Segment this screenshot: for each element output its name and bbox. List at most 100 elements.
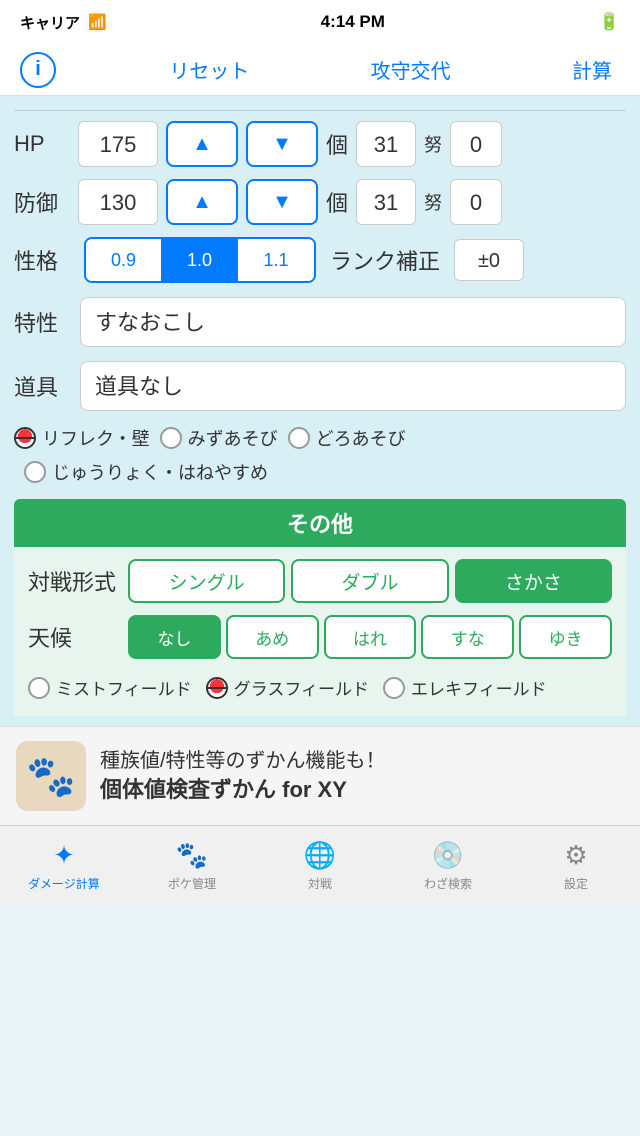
tab-move-label: わざ検索 bbox=[424, 875, 472, 892]
field-grass-label: グラスフィールド bbox=[234, 675, 369, 700]
calc-button[interactable]: 計算 bbox=[564, 51, 620, 88]
carrier-label: キャリア bbox=[20, 12, 80, 33]
battle-double[interactable]: ダブル bbox=[291, 559, 448, 603]
wifi-icon: 📶 bbox=[88, 13, 107, 31]
rank-value[interactable]: ±0 bbox=[454, 239, 524, 281]
weather-buttons: なし あめ はれ すな ゆき bbox=[128, 615, 612, 659]
field-electric-label: エレキフィールド bbox=[411, 675, 547, 700]
battle-buttons: シングル ダブル さかさ bbox=[128, 559, 612, 603]
def-ev-label: 努 bbox=[424, 189, 442, 215]
nature-label: 性格 bbox=[14, 244, 70, 276]
tab-battle-label: 対戦 bbox=[308, 875, 332, 892]
hp-value[interactable]: 175 bbox=[78, 121, 158, 167]
condition-doroasobi-label: どろあそび bbox=[316, 425, 406, 451]
banner-text: 種族値/特性等のずかん機能も！ 個体値検査ずかん for XY bbox=[100, 747, 386, 806]
def-down-button[interactable]: ▼ bbox=[246, 179, 318, 225]
hp-ev-value[interactable]: 0 bbox=[450, 121, 502, 167]
weather-label: 天候 bbox=[28, 621, 118, 653]
item-label: 道具 bbox=[14, 370, 70, 402]
nature-btn-10[interactable]: 1.0 bbox=[162, 239, 238, 281]
item-row: 道具 道具なし bbox=[14, 361, 626, 411]
pokeball-icon-grass bbox=[206, 677, 228, 699]
info-button[interactable]: i bbox=[20, 52, 56, 88]
nature-buttons: 0.9 1.0 1.1 bbox=[84, 237, 316, 283]
weather-nashi[interactable]: なし bbox=[128, 615, 221, 659]
status-bar: キャリア 📶 4:14 PM 🔋 bbox=[0, 0, 640, 44]
field-mist[interactable]: ミストフィールド bbox=[28, 675, 192, 700]
condition-mizuasobi-label: みずあそび bbox=[188, 425, 278, 451]
nature-row: 性格 0.9 1.0 1.1 ランク補正 ±0 bbox=[14, 237, 626, 283]
field-electric[interactable]: エレキフィールド bbox=[383, 675, 547, 700]
tab-pokemon-label: ポケ管理 bbox=[168, 875, 216, 892]
def-up-button[interactable]: ▲ bbox=[166, 179, 238, 225]
field-grass[interactable]: グラスフィールド bbox=[206, 675, 369, 700]
switch-button[interactable]: 攻守交代 bbox=[363, 51, 459, 88]
hp-row: HP 175 ▲ ▼ 個 31 努 0 bbox=[14, 121, 626, 167]
radio-mist bbox=[28, 677, 50, 699]
radio-mizuasobi bbox=[160, 427, 182, 449]
tab-battle-icon: 🌐 bbox=[304, 840, 336, 871]
condition-gravity[interactable]: じゅうりょく・はねやすめ bbox=[24, 459, 268, 485]
ability-label: 特性 bbox=[14, 306, 70, 338]
battery-icon: 🔋 bbox=[599, 12, 620, 32]
tab-battle[interactable]: 🌐 対戦 bbox=[256, 826, 384, 905]
main-content: HP 175 ▲ ▼ 個 31 努 0 防御 130 ▲ ▼ 個 31 努 0 … bbox=[0, 96, 640, 726]
def-row: 防御 130 ▲ ▼ 個 31 努 0 bbox=[14, 179, 626, 225]
tab-bar: ✦ ダメージ計算 🐾 ポケ管理 🌐 対戦 💿 わざ検索 ⚙ 設定 bbox=[0, 825, 640, 905]
field-mist-label: ミストフィールド bbox=[56, 675, 192, 700]
field-conditions: ミストフィールド グラスフィールド エレキフィールド bbox=[28, 671, 612, 704]
hp-down-button[interactable]: ▼ bbox=[246, 121, 318, 167]
tab-settings-label: 設定 bbox=[564, 875, 588, 892]
def-value[interactable]: 130 bbox=[78, 179, 158, 225]
condition-mizuasobi[interactable]: みずあそび bbox=[160, 425, 278, 451]
weather-ame[interactable]: あめ bbox=[226, 615, 319, 659]
tab-move-icon: 💿 bbox=[432, 840, 464, 871]
hp-iv-value[interactable]: 31 bbox=[356, 121, 416, 167]
sonota-header: その他 bbox=[14, 499, 626, 547]
condition-reflect-label: リフレク・壁 bbox=[42, 425, 150, 451]
battle-sakasa[interactable]: さかさ bbox=[455, 559, 612, 603]
sonota-section: その他 対戦形式 シングル ダブル さかさ 天候 なし あめ はれ すな bbox=[14, 499, 626, 716]
banner-line2: 個体値検査ずかん for XY bbox=[100, 775, 386, 806]
reset-button[interactable]: リセット bbox=[161, 51, 257, 88]
tab-move-search[interactable]: 💿 わざ検索 bbox=[384, 826, 512, 905]
nature-btn-09[interactable]: 0.9 bbox=[86, 239, 162, 281]
hp-iv-label: 個 bbox=[326, 128, 348, 160]
banner-line1: 種族値/特性等のずかん機能も！ bbox=[100, 747, 386, 775]
battle-format-row: 対戦形式 シングル ダブル さかさ bbox=[28, 559, 612, 603]
nature-btn-11[interactable]: 1.1 bbox=[238, 239, 314, 281]
def-ev-value[interactable]: 0 bbox=[450, 179, 502, 225]
pokeball-icon-reflect bbox=[14, 427, 36, 449]
tab-pokemon[interactable]: 🐾 ポケ管理 bbox=[128, 826, 256, 905]
weather-row: 天候 なし あめ はれ すな ゆき bbox=[28, 615, 612, 659]
ability-input[interactable]: すなおこし bbox=[80, 297, 626, 347]
tab-settings[interactable]: ⚙ 設定 bbox=[512, 826, 640, 905]
battle-single[interactable]: シングル bbox=[128, 559, 285, 603]
rank-label: ランク補正 bbox=[330, 244, 440, 276]
tab-damage-label: ダメージ計算 bbox=[28, 875, 99, 892]
ability-row: 特性 すなおこし bbox=[14, 297, 626, 347]
weather-yuki[interactable]: ゆき bbox=[519, 615, 612, 659]
weather-suna[interactable]: すな bbox=[421, 615, 514, 659]
weather-hare[interactable]: はれ bbox=[324, 615, 417, 659]
radio-electric bbox=[383, 677, 405, 699]
conditions-row2: じゅうりょく・はねやすめ bbox=[14, 459, 626, 485]
def-iv-value[interactable]: 31 bbox=[356, 179, 416, 225]
tab-damage-icon: ✦ bbox=[53, 840, 75, 871]
def-iv-label: 個 bbox=[326, 186, 348, 218]
tab-damage[interactable]: ✦ ダメージ計算 bbox=[0, 826, 128, 905]
hp-up-button[interactable]: ▲ bbox=[166, 121, 238, 167]
radio-doroasobi bbox=[288, 427, 310, 449]
radio-gravity bbox=[24, 461, 46, 483]
hp-label: HP bbox=[14, 131, 70, 157]
battle-label: 対戦形式 bbox=[28, 565, 118, 597]
condition-reflect[interactable]: リフレク・壁 bbox=[14, 425, 150, 451]
time-display: 4:14 PM bbox=[321, 12, 385, 32]
conditions-row1: リフレク・壁 みずあそび どろあそび bbox=[14, 425, 626, 451]
banner[interactable]: 🐾 種族値/特性等のずかん機能も！ 個体値検査ずかん for XY bbox=[0, 726, 640, 825]
condition-doroasobi[interactable]: どろあそび bbox=[288, 425, 406, 451]
item-input[interactable]: 道具なし bbox=[80, 361, 626, 411]
carrier-wifi: キャリア 📶 bbox=[20, 12, 107, 33]
tab-pokemon-icon: 🐾 bbox=[176, 840, 208, 871]
toolbar: i リセット 攻守交代 計算 bbox=[0, 44, 640, 96]
